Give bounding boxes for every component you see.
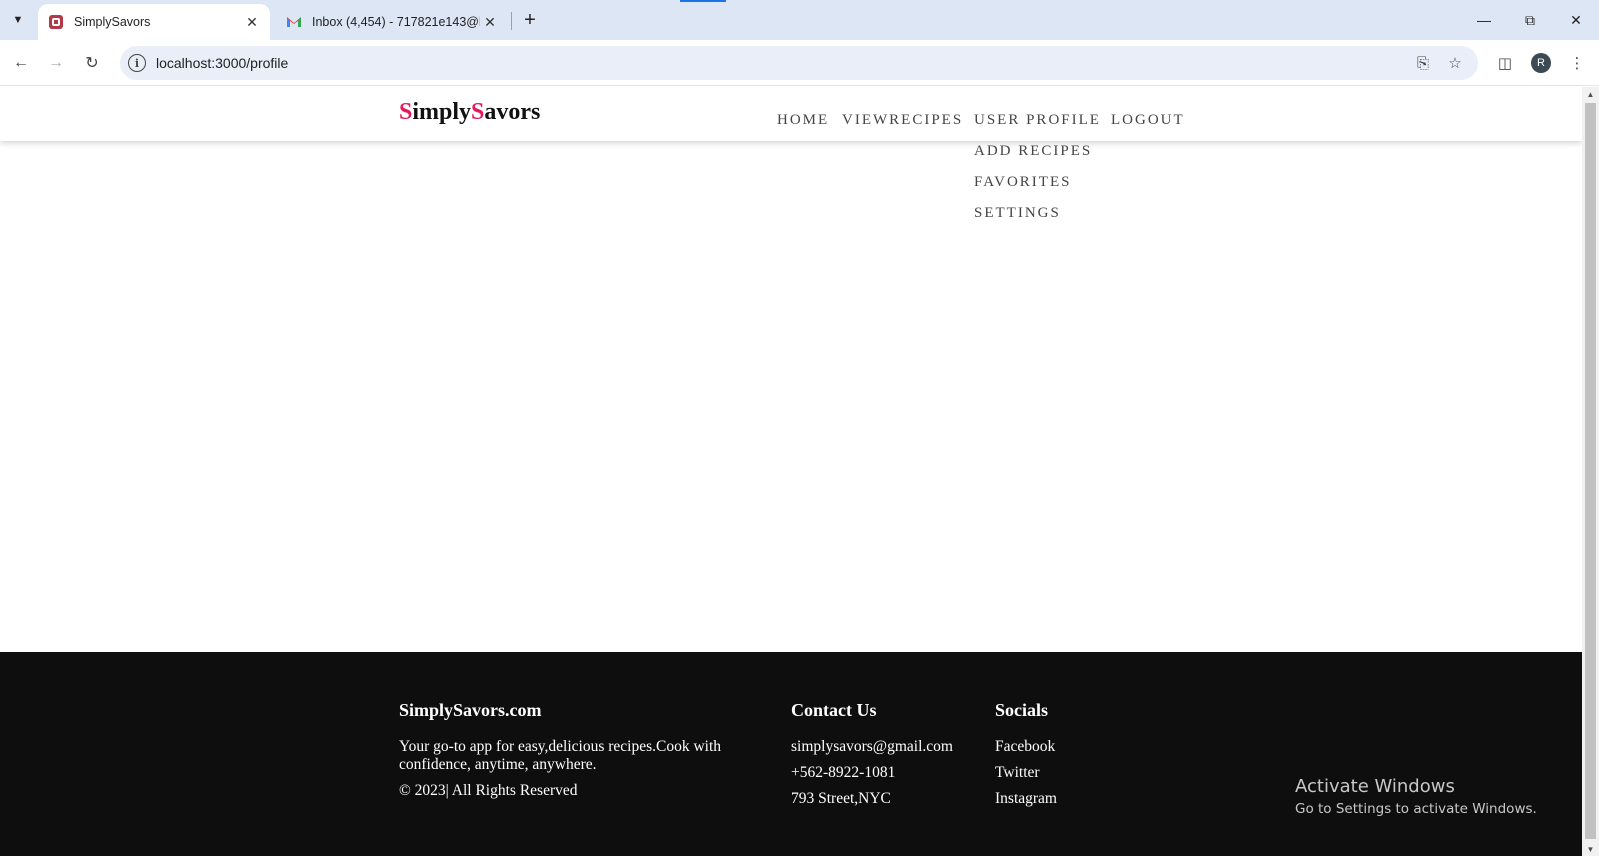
- chevron-down-icon: ▼: [12, 14, 24, 26]
- tab-strip-indicator: [680, 0, 726, 2]
- close-icon[interactable]: ✕: [242, 12, 262, 32]
- kebab-menu-icon[interactable]: ⋮: [1566, 52, 1588, 74]
- user-profile-dropdown: ADD RECIPES FAVORITES SETTINGS: [974, 143, 1092, 236]
- nav-home[interactable]: HOME: [777, 112, 829, 129]
- watermark-title: Activate Windows: [1295, 776, 1455, 797]
- address-bar[interactable]: i localhost:3000/profile ⎘ ☆: [120, 46, 1478, 80]
- site-logo[interactable]: SimplySavors: [399, 99, 540, 126]
- tab-simplysavors[interactable]: SimplySavors ✕: [38, 4, 270, 40]
- plus-icon: +: [524, 8, 536, 31]
- reload-button[interactable]: ↻: [78, 49, 106, 77]
- footer-about-text-line1: Your go-to app for easy,delicious recipe…: [399, 738, 722, 755]
- recipe-favicon-icon: [49, 15, 63, 29]
- scroll-thumb[interactable]: [1585, 103, 1596, 839]
- minimize-icon: —: [1477, 12, 1491, 28]
- tab-title: SimplySavors: [74, 15, 151, 29]
- close-icon[interactable]: ✕: [480, 12, 500, 32]
- footer-copyright: © 2023| All Rights Reserved: [399, 782, 578, 799]
- avatar[interactable]: R: [1531, 53, 1551, 73]
- arrow-right-icon: →: [48, 54, 64, 71]
- footer-about-text-line2: confidence, anytime, anywhere.: [399, 756, 597, 773]
- site-info-icon[interactable]: i: [128, 54, 146, 72]
- windows-activation-watermark: Activate Windows Go to Settings to activ…: [1295, 776, 1537, 817]
- site-footer: SimplySavors.com Your go-to app for easy…: [0, 652, 1582, 856]
- minimize-button[interactable]: —: [1461, 0, 1507, 40]
- page-scrollbar[interactable]: ▲ ▼: [1582, 87, 1599, 856]
- gmail-icon: [287, 17, 301, 27]
- nav-viewrecipes[interactable]: VIEWRECIPES: [842, 112, 963, 129]
- dropdown-item-add-recipes[interactable]: ADD RECIPES: [974, 143, 1092, 174]
- footer-link-facebook[interactable]: Facebook: [995, 738, 1055, 756]
- side-panel-icon[interactable]: ◫: [1494, 52, 1516, 74]
- page-viewport: SimplySavors HOME VIEWRECIPES USER PROFI…: [0, 87, 1582, 856]
- nav-logout[interactable]: LOGOUT: [1111, 112, 1185, 129]
- new-tab-button[interactable]: +: [518, 8, 542, 32]
- tab-gmail-inbox[interactable]: Inbox (4,454) - 717821e143@kc ✕: [276, 4, 508, 40]
- bookmark-star-icon[interactable]: ☆: [1446, 54, 1464, 72]
- browser-tab-bar: ▼ SimplySavors ✕ Inbox (4,454) - 717821e…: [0, 0, 1599, 40]
- dropdown-item-settings[interactable]: SETTINGS: [974, 205, 1092, 236]
- dropdown-item-favorites[interactable]: FAVORITES: [974, 174, 1092, 205]
- footer-contact-address: 793 Street,NYC: [791, 790, 891, 807]
- footer-socials-heading: Socials: [995, 700, 1049, 720]
- restore-button[interactable]: ⧉: [1507, 0, 1553, 40]
- tab-title: Inbox (4,454) - 717821e143@kc: [312, 15, 480, 29]
- scroll-down-arrow-icon[interactable]: ▼: [1582, 842, 1599, 856]
- footer-about-heading: SimplySavors.com: [399, 700, 542, 720]
- scroll-up-arrow-icon[interactable]: ▲: [1582, 87, 1599, 101]
- install-app-icon[interactable]: ⎘: [1414, 54, 1432, 72]
- tab-separator: [511, 12, 512, 30]
- restore-icon: ⧉: [1525, 11, 1535, 28]
- url-text[interactable]: localhost:3000/profile: [156, 55, 288, 71]
- watermark-subtitle: Go to Settings to activate Windows.: [1295, 801, 1537, 817]
- browser-toolbar: ← → ↻ i localhost:3000/profile ⎘ ☆ ◫ R ⋮: [0, 40, 1599, 86]
- footer-contact-email: simplysavors@gmail.com: [791, 738, 953, 755]
- back-button[interactable]: ←: [7, 49, 35, 77]
- forward-button[interactable]: →: [42, 49, 70, 77]
- footer-contact-heading: Contact Us: [791, 700, 877, 720]
- nav-user-profile[interactable]: USER PROFILE: [974, 112, 1101, 129]
- footer-link-instagram[interactable]: Instagram: [995, 790, 1057, 808]
- close-icon: ✕: [1570, 11, 1582, 28]
- tab-search-button[interactable]: ▼: [6, 8, 30, 32]
- footer-contact-phone: +562-8922-1081: [791, 764, 896, 781]
- reload-icon: ↻: [85, 55, 99, 72]
- close-window-button[interactable]: ✕: [1553, 0, 1599, 40]
- footer-link-twitter[interactable]: Twitter: [995, 764, 1040, 782]
- site-header: SimplySavors HOME VIEWRECIPES USER PROFI…: [0, 87, 1582, 141]
- arrow-left-icon: ←: [13, 54, 29, 71]
